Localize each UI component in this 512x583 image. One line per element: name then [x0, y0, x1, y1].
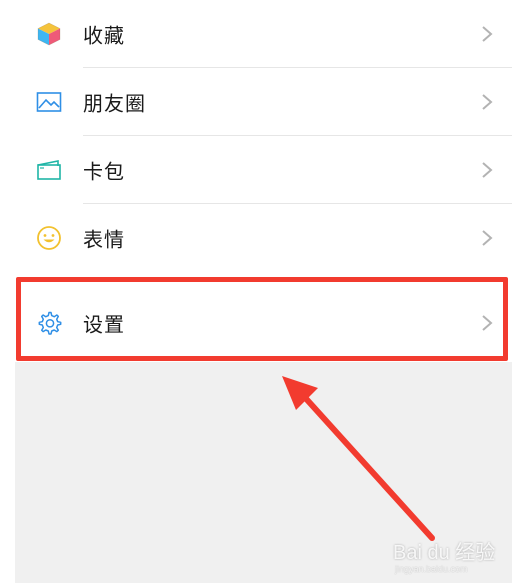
- watermark-text: Bai du 经验: [393, 541, 496, 564]
- menu-item-stickers[interactable]: 表情: [15, 204, 512, 272]
- menu-item-label: 卡包: [83, 159, 125, 184]
- chevron-right-icon: [480, 314, 494, 332]
- menu-item-label: 表情: [83, 227, 125, 252]
- picture-icon: [35, 88, 63, 116]
- menu-item-cards[interactable]: 卡包: [15, 136, 512, 204]
- me-page: 收藏 朋友圈 卡包 表情 设置: [15, 0, 512, 583]
- chevron-right-icon: [480, 93, 494, 111]
- watermark: Bai du 经验 jingyan.baidu.com: [393, 536, 496, 575]
- menu-item-settings[interactable]: 设置: [15, 284, 512, 362]
- smiley-icon: [35, 224, 63, 252]
- gear-icon: [35, 309, 63, 337]
- menu-item-label: 收藏: [83, 23, 125, 48]
- section-spacer: [15, 272, 512, 284]
- menu-item-favorites[interactable]: 收藏: [15, 0, 512, 68]
- menu-item-label: 设置: [83, 312, 125, 337]
- cube-icon: [35, 20, 63, 48]
- chevron-right-icon: [480, 161, 494, 179]
- watermark-subtext: jingyan.baidu.com: [395, 564, 468, 574]
- chevron-right-icon: [480, 229, 494, 247]
- menu-item-moments[interactable]: 朋友圈: [15, 68, 512, 136]
- menu-list: 收藏 朋友圈 卡包 表情 设置: [15, 0, 512, 362]
- chevron-right-icon: [480, 25, 494, 43]
- card-wallet-icon: [35, 156, 63, 184]
- menu-item-label: 朋友圈: [83, 91, 146, 116]
